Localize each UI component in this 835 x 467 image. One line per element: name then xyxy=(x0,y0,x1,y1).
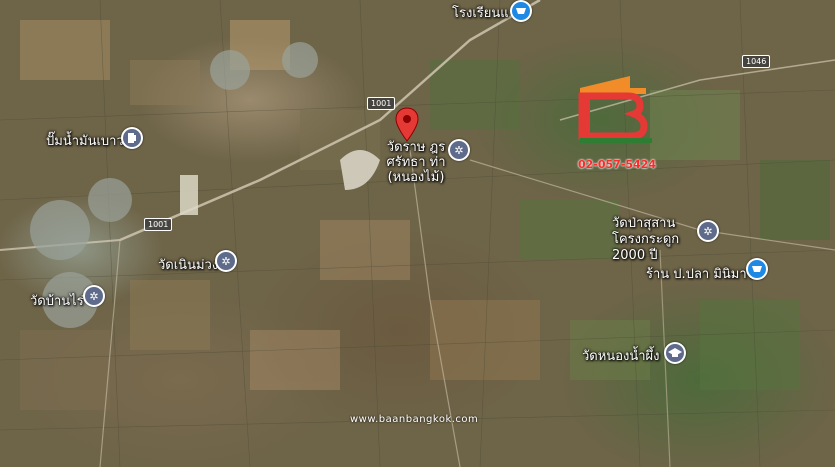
place-label-wat-ban-rai[interactable]: วัดบ้านไร่ xyxy=(30,290,84,311)
shopping-icon[interactable] xyxy=(746,258,768,280)
fuel-icon[interactable] xyxy=(121,127,143,149)
temple-icon[interactable]: ✲ xyxy=(697,220,719,242)
place-label-minimart[interactable]: ร้าน ป.ปลา มินิมาร์ท xyxy=(646,263,762,284)
place-label-wat-noen-muang[interactable]: วัดเนินม่วง xyxy=(158,254,218,275)
temple-icon[interactable]: ✲ xyxy=(83,285,105,307)
temple-icon[interactable]: ✲ xyxy=(215,250,237,272)
place-label-school[interactable]: โรงเรียนแ xyxy=(452,2,509,23)
place-label-main-temple[interactable]: วัดราษ ฎรศรัทธา ท่า (หนองไม้) xyxy=(372,140,460,185)
temple-icon[interactable]: ✲ xyxy=(448,139,470,161)
place-label-gas-station[interactable]: ปั๊มน้ำมันเบาวร์ xyxy=(46,130,131,151)
place-label-wat-pa-susan[interactable]: วัดป่าสุสานโครงกระดูก 2000 ปี xyxy=(612,216,698,264)
shopping-icon[interactable] xyxy=(510,0,532,22)
svg-text:✲: ✲ xyxy=(221,255,230,268)
place-label-wat-nong-nam-phueng[interactable]: วัดหนองน้ำผึ้ง xyxy=(582,345,660,366)
brand-logo xyxy=(578,76,652,143)
website-watermark: www.baanbangkok.com xyxy=(350,414,479,425)
satellite-map[interactable]: 1001 1001 1046 โรงเรียนแ ปั๊มน้ำมันเบาวร… xyxy=(0,0,835,467)
svg-text:✲: ✲ xyxy=(703,225,712,238)
road-shield-1046: 1046 xyxy=(742,55,771,68)
phone-number: 02-057-5424 xyxy=(578,158,657,171)
road-shield-1001: 1001 xyxy=(367,97,396,110)
svg-text:✲: ✲ xyxy=(454,144,463,157)
svg-text:✲: ✲ xyxy=(89,290,98,303)
education-icon[interactable] xyxy=(664,342,686,364)
road-shield-1001-west: 1001 xyxy=(144,218,173,231)
location-pin-icon[interactable] xyxy=(395,107,419,143)
